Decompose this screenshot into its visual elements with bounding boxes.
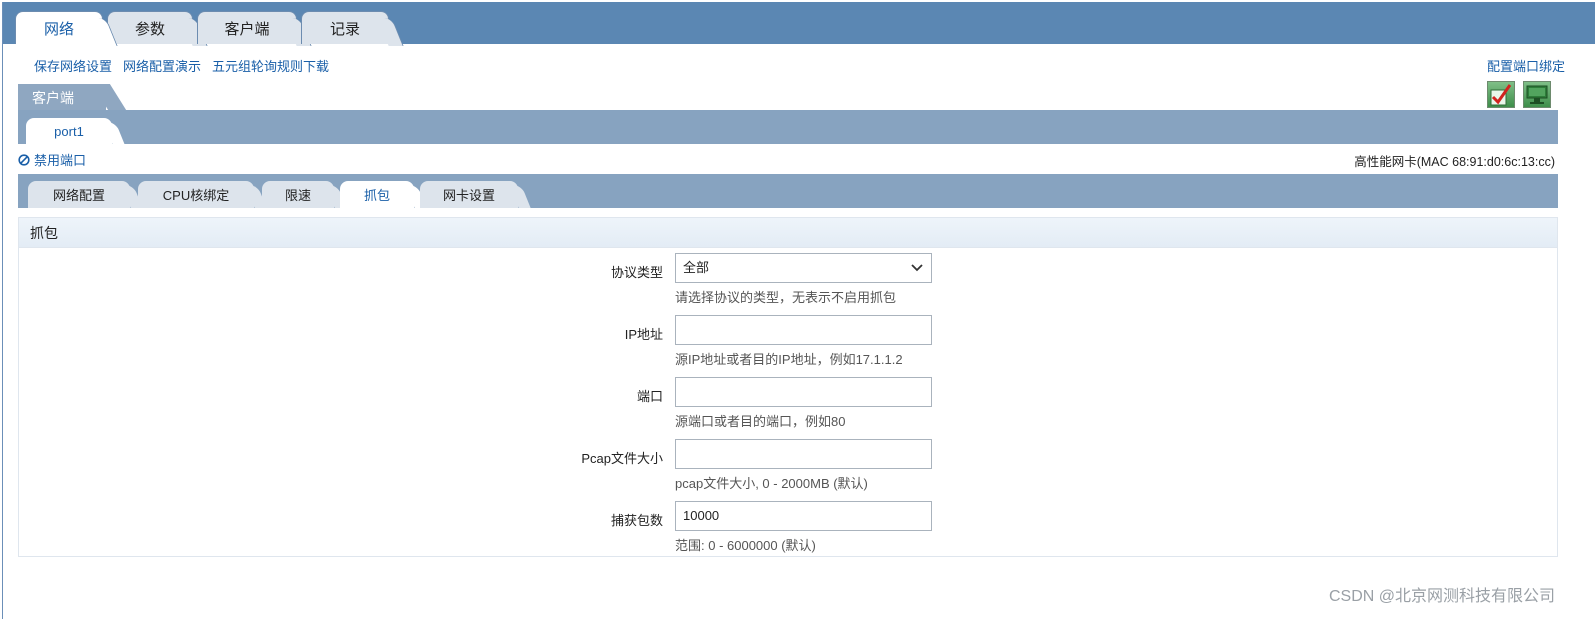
ban-icon <box>18 153 30 166</box>
tab-network[interactable]: 网络 <box>15 11 103 44</box>
tab-port1[interactable]: port1 <box>26 118 112 144</box>
tab-capture[interactable]: 抓包 <box>340 181 414 208</box>
capture-count-input[interactable]: 10000 <box>675 501 932 531</box>
bind-port-link[interactable]: 配置端口绑定 <box>1487 56 1565 75</box>
protocol-help: 请选择协议的类型，无表示不启用抓包 <box>675 290 897 305</box>
network-config-demo-link[interactable]: 网络配置演示 <box>123 56 201 75</box>
client-section: 客户端 port1 <box>18 84 1558 144</box>
action-links: 保存网络设置 网络配置演示 五元组轮询规则下载 <box>34 56 329 75</box>
rule-download-link[interactable]: 五元组轮询规则下载 <box>212 56 329 75</box>
sub-tab-bar: 网络配置 CPU核绑定 限速 抓包 网卡设置 <box>18 174 1558 208</box>
port-label: 端口 <box>636 389 663 404</box>
tab-network-config[interactable]: 网络配置 <box>28 181 130 208</box>
apply-button[interactable] <box>1487 81 1515 108</box>
capture-count-label: 捕获包数 <box>610 513 663 528</box>
capture-count-help: 范围: 0 - 6000000 (默认) <box>675 538 816 553</box>
tab-cpu-binding[interactable]: CPU核绑定 <box>138 181 254 208</box>
tab-client[interactable]: 客户端 <box>197 11 297 44</box>
pcap-size-help: pcap文件大小, 0 - 2000MB (默认) <box>675 476 868 491</box>
tab-rate-limit[interactable]: 限速 <box>262 181 334 208</box>
disable-port-toggle[interactable]: 禁用端口 <box>18 150 86 169</box>
ip-label: IP地址 <box>624 327 663 342</box>
pcap-size-input[interactable] <box>675 439 932 469</box>
disable-port-label: 禁用端口 <box>34 153 87 168</box>
tab-records[interactable]: 记录 <box>301 11 389 44</box>
ip-input[interactable] <box>675 315 932 345</box>
network-monitor-icon <box>1526 85 1548 104</box>
client-tab-strip <box>18 110 1558 144</box>
protocol-label: 协议类型 <box>610 265 663 280</box>
client-tab[interactable]: 客户端 <box>18 84 106 110</box>
protocol-select[interactable]: 全部 <box>675 253 932 283</box>
network-button[interactable] <box>1523 81 1551 108</box>
panel-title: 抓包 <box>19 218 1557 248</box>
tab-nic-settings[interactable]: 网卡设置 <box>420 181 518 208</box>
app-frame: 网络 参数 客户端 记录 保存网络设置 网络配置演示 五元组轮询规则下载 配置端… <box>2 2 1595 619</box>
watermark: CSDN @北京网测科技有限公司 <box>1328 588 1555 605</box>
ip-help: 源IP地址或者目的IP地址，例如17.1.1.2 <box>675 352 903 367</box>
save-network-settings-link[interactable]: 保存网络设置 <box>34 56 112 75</box>
tab-params[interactable]: 参数 <box>107 11 193 44</box>
capture-panel: 抓包 协议类型 全部 请选择协议的类型，无表示不启用抓包 IP地址 源IP地址或… <box>18 217 1558 557</box>
top-tab-bar: 网络 参数 客户端 记录 <box>3 2 1595 44</box>
port-help: 源端口或者目的端口，例如80 <box>675 414 846 429</box>
pcap-size-label: Pcap文件大小 <box>581 451 663 466</box>
nic-info: 高性能网卡(MAC 68:91:d0:6c:13:cc) <box>1354 155 1555 169</box>
check-icon <box>1490 83 1512 105</box>
chevron-down-icon <box>911 264 923 272</box>
port-input[interactable] <box>675 377 932 407</box>
